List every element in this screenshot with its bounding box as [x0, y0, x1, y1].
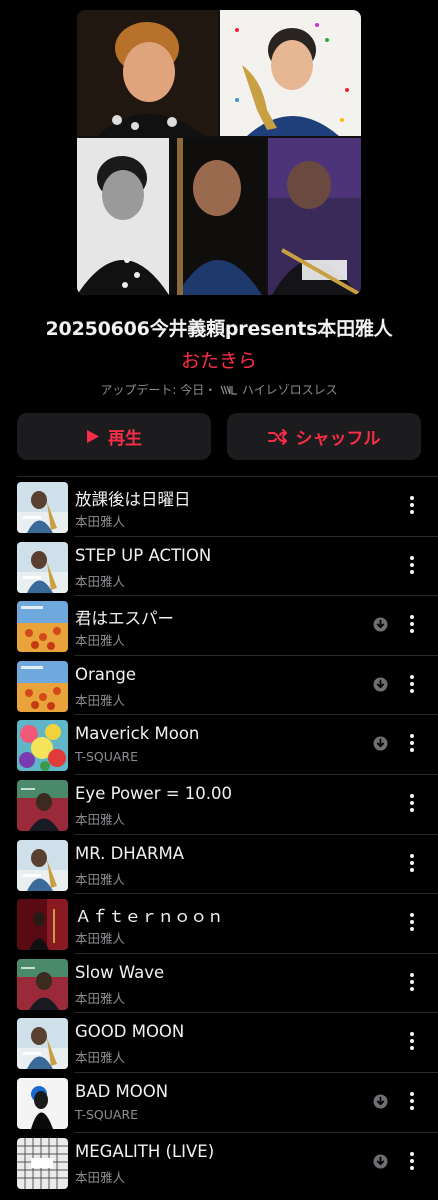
more-options-icon[interactable]	[402, 911, 422, 933]
track-row[interactable]: Eye Power = 10.00 本田雅人	[0, 773, 438, 834]
more-options-icon[interactable]	[402, 673, 422, 695]
track-artist: T-SQUARE	[75, 1106, 139, 1122]
more-options-icon[interactable]	[402, 852, 422, 874]
more-options-icon[interactable]	[402, 732, 422, 754]
more-options-icon[interactable]	[402, 1090, 422, 1112]
track-artwork	[17, 482, 68, 533]
track-row[interactable]: Slow Wave 本田雅人	[0, 952, 438, 1013]
track-artist: 本田雅人	[75, 871, 126, 887]
track-artist: 本田雅人	[75, 573, 126, 589]
row-divider	[75, 833, 438, 835]
updated-label: アップデート: 今日・	[100, 383, 217, 397]
downloaded-icon	[373, 1094, 388, 1109]
row-divider	[75, 1071, 438, 1073]
track-artist: 本田雅人	[75, 514, 126, 529]
track-title: 君はエスパー	[75, 609, 174, 629]
play-label: 再生	[108, 429, 142, 449]
row-divider	[75, 893, 438, 895]
track-row[interactable]: MR. DHARMA 本田雅人	[0, 833, 438, 894]
row-divider	[75, 714, 438, 716]
row-divider	[75, 535, 438, 537]
play-icon	[87, 430, 99, 443]
track-artist: 本田雅人	[75, 692, 126, 708]
more-options-icon[interactable]	[402, 792, 422, 814]
track-row[interactable]: MEGALITH (LIVE) 本田雅人	[0, 1131, 438, 1192]
track-artwork	[17, 1018, 68, 1070]
track-artist: 本田雅人	[75, 811, 126, 827]
row-divider	[75, 595, 438, 597]
track-row[interactable]: STEP UP ACTION 本田雅人	[0, 535, 438, 596]
track-title: STEP UP ACTION	[75, 545, 212, 565]
more-options-icon[interactable]	[402, 494, 422, 516]
track-artist: T-SQUARE	[75, 749, 139, 765]
track-title: Ａｆｔｅｒｎｏｏｎ	[75, 907, 224, 927]
shuffle-label: シャッフル	[295, 429, 381, 449]
track-row[interactable]: Ａｆｔｅｒｎｏｏｎ 本田雅人	[0, 893, 438, 953]
row-divider	[75, 654, 438, 656]
row-divider	[75, 952, 438, 954]
track-title: Maverick Moon	[75, 724, 200, 744]
track-artwork	[17, 899, 68, 951]
track-artwork	[17, 660, 68, 712]
more-options-icon[interactable]	[402, 1030, 422, 1052]
track-artwork	[17, 1137, 68, 1189]
track-artist: 本田雅人	[75, 931, 126, 947]
track-row[interactable]: BAD MOON T-SQUARE	[0, 1071, 438, 1132]
track-artist: 本田雅人	[75, 1169, 126, 1185]
track-title: 放課後は日曜日	[75, 490, 191, 509]
row-divider	[75, 773, 438, 775]
more-options-icon[interactable]	[402, 613, 422, 635]
more-options-icon[interactable]	[402, 971, 422, 993]
track-artwork	[17, 541, 68, 593]
shuffle-icon	[267, 428, 287, 445]
shuffle-button[interactable]: シャッフル	[227, 413, 421, 460]
track-artist: 本田雅人	[75, 1050, 126, 1066]
downloaded-icon	[373, 677, 388, 692]
track-title: Orange	[75, 664, 136, 684]
more-options-icon[interactable]	[402, 554, 422, 576]
downloaded-icon	[373, 1154, 388, 1169]
track-title: BAD MOON	[75, 1081, 169, 1101]
track-row[interactable]: 放課後は日曜日本田雅人	[0, 476, 438, 536]
hi-res-lossless-icon	[220, 385, 238, 395]
curator-link[interactable]: おたきら	[0, 346, 438, 373]
track-artist: 本田雅人	[75, 633, 126, 649]
track-title: MEGALITH (LIVE)	[75, 1141, 215, 1161]
track-artwork	[17, 601, 68, 653]
track-artwork	[17, 1077, 68, 1129]
track-row[interactable]: GOOD MOON 本田雅人	[0, 1012, 438, 1072]
more-options-icon[interactable]	[402, 1150, 422, 1172]
track-row[interactable]: Orange 本田雅人	[0, 654, 438, 715]
play-button[interactable]: 再生	[17, 413, 211, 460]
track-artist: 本田雅人	[75, 990, 126, 1006]
track-artwork	[17, 720, 68, 772]
track-artwork	[17, 958, 68, 1010]
track-title: MR. DHARMA	[75, 843, 184, 863]
playlist-title: 20250606今井義頼presents本田雅人	[45, 318, 393, 340]
quality-label: ハイレゾロスレス	[241, 383, 338, 397]
downloaded-icon	[373, 736, 388, 751]
track-title: Eye Power = 10.00	[75, 783, 233, 803]
track-artwork	[17, 839, 68, 891]
row-divider	[75, 1012, 438, 1014]
row-divider	[75, 1131, 438, 1133]
track-artwork	[17, 779, 68, 831]
track-list: 放課後は日曜日 本田雅人 STEP UP ACTION 本田雅人 君はエスパー 本田雅人 O…	[0, 476, 438, 1191]
track-row[interactable]: 君はエスパー本田雅人	[0, 595, 438, 655]
playlist-meta: アップデート: 今日・ ハイレゾロスレス	[0, 381, 438, 398]
track-title: Slow Wave	[75, 962, 165, 982]
playlist-artwork	[77, 10, 361, 295]
row-divider	[17, 476, 438, 477]
track-title: GOOD MOON	[75, 1022, 185, 1042]
track-row[interactable]: Maverick Moon T-SQUARE	[0, 714, 438, 774]
downloaded-icon	[373, 617, 388, 632]
